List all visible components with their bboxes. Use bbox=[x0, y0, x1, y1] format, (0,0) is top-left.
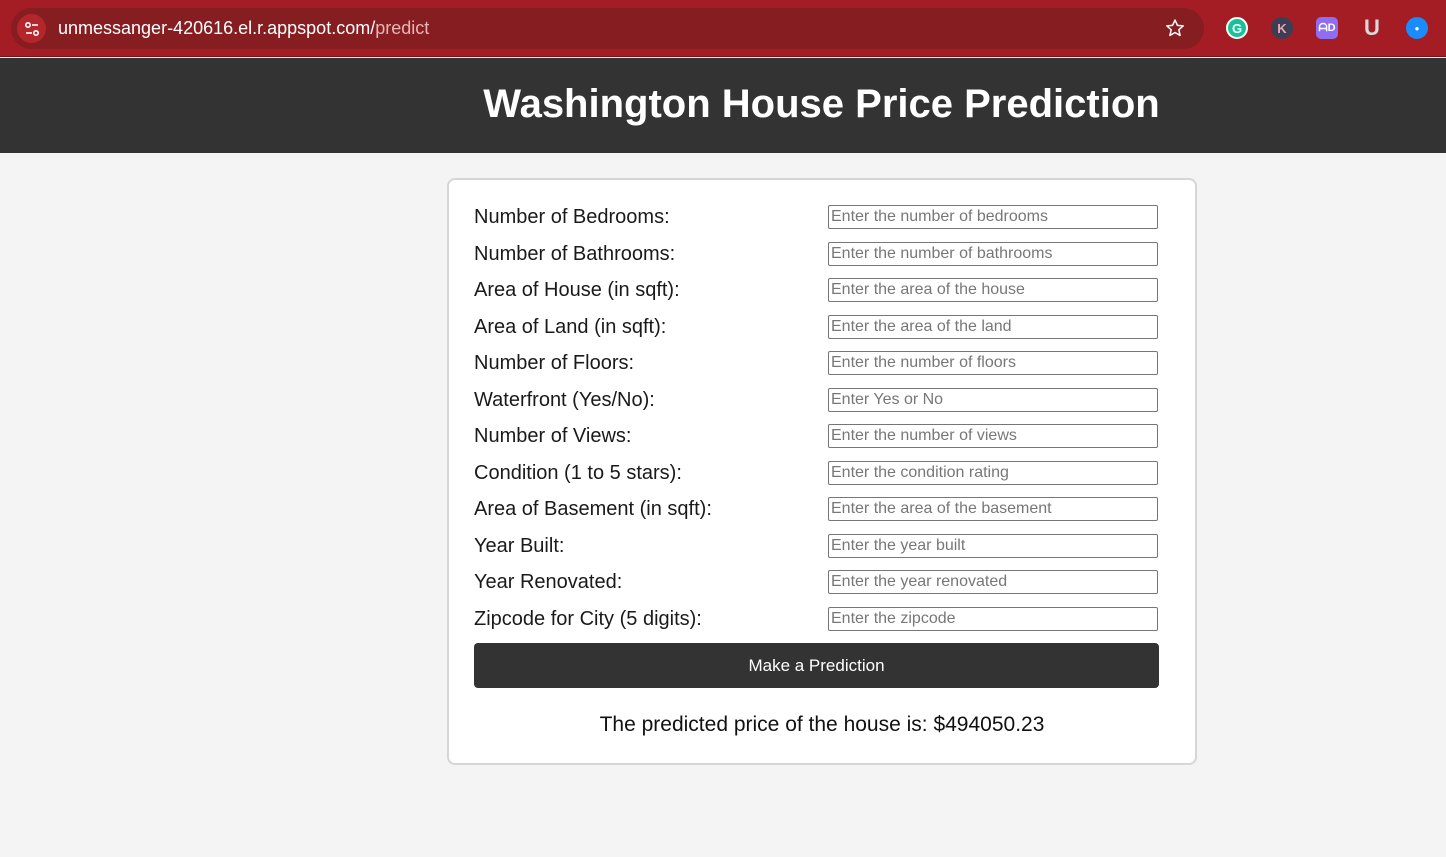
house-area-input[interactable] bbox=[828, 278, 1158, 302]
form-row-floors: Number of Floors: bbox=[474, 351, 1174, 377]
bathrooms-input[interactable] bbox=[828, 242, 1158, 266]
form-row-condition: Condition (1 to 5 stars): bbox=[474, 461, 1174, 487]
form-row-house-area: Area of House (in sqft): bbox=[474, 278, 1174, 304]
bookmark-star-icon[interactable] bbox=[1163, 16, 1187, 40]
url-text[interactable]: unmessanger-420616.el.r.appspot.com/pred… bbox=[58, 18, 429, 39]
basement-area-label: Area of Basement (in sqft): bbox=[474, 498, 712, 520]
k-extension-icon[interactable]: K bbox=[1271, 17, 1293, 39]
form-row-bedrooms: Number of Bedrooms: bbox=[474, 205, 1174, 231]
u-extension-icon[interactable]: U bbox=[1361, 15, 1383, 40]
year-built-input[interactable] bbox=[828, 534, 1158, 558]
zipcode-label: Zipcode for City (5 digits): bbox=[474, 608, 702, 630]
page-header: Washington House Price Prediction bbox=[0, 58, 1446, 153]
land-area-input[interactable] bbox=[828, 315, 1158, 339]
prediction-result: The predicted price of the house is: $49… bbox=[599, 713, 1045, 736]
prediction-form: Number of Bedrooms: Number of Bathrooms:… bbox=[447, 178, 1197, 765]
views-label: Number of Views: bbox=[474, 425, 632, 447]
waterfront-label: Waterfront (Yes/No): bbox=[474, 389, 655, 411]
year-built-label: Year Built: bbox=[474, 535, 565, 557]
grammarly-icon[interactable]: G bbox=[1226, 17, 1248, 39]
blue-extension-icon[interactable]: ● bbox=[1406, 17, 1428, 39]
page-title: Washington House Price Prediction bbox=[483, 82, 1160, 126]
ad-extension-icon[interactable]: ᗩD bbox=[1316, 17, 1338, 39]
waterfront-input[interactable] bbox=[828, 388, 1158, 412]
make-prediction-button[interactable]: Make a Prediction bbox=[474, 643, 1159, 688]
form-row-land-area: Area of Land (in sqft): bbox=[474, 315, 1174, 341]
form-row-waterfront: Waterfront (Yes/No): bbox=[474, 388, 1174, 414]
year-renovated-input[interactable] bbox=[828, 570, 1158, 594]
form-row-views: Number of Views: bbox=[474, 424, 1174, 450]
site-info-icon[interactable] bbox=[17, 14, 46, 43]
bedrooms-input[interactable] bbox=[828, 205, 1158, 229]
form-row-year-built: Year Built: bbox=[474, 534, 1174, 560]
browser-toolbar: unmessanger-420616.el.r.appspot.com/pred… bbox=[0, 0, 1446, 57]
bathrooms-label: Number of Bathrooms: bbox=[474, 243, 676, 265]
address-bar[interactable]: unmessanger-420616.el.r.appspot.com/pred… bbox=[11, 8, 1204, 49]
land-area-label: Area of Land (in sqft): bbox=[474, 316, 667, 338]
form-row-zipcode: Zipcode for City (5 digits): bbox=[474, 607, 1174, 633]
url-host: unmessanger-420616.el.r.appspot.com/ bbox=[58, 18, 376, 38]
form-row-year-renovated: Year Renovated: bbox=[474, 570, 1174, 596]
floors-label: Number of Floors: bbox=[474, 352, 635, 374]
floors-input[interactable] bbox=[828, 351, 1158, 375]
house-area-label: Area of House (in sqft): bbox=[474, 279, 680, 301]
zipcode-input[interactable] bbox=[828, 607, 1158, 631]
url-path: predict bbox=[375, 18, 430, 38]
year-renovated-label: Year Renovated: bbox=[474, 571, 623, 593]
form-row-bathrooms: Number of Bathrooms: bbox=[474, 242, 1174, 268]
condition-label: Condition (1 to 5 stars): bbox=[474, 462, 682, 484]
basement-area-input[interactable] bbox=[828, 497, 1158, 521]
condition-input[interactable] bbox=[828, 461, 1158, 485]
views-input[interactable] bbox=[828, 424, 1158, 448]
bedrooms-label: Number of Bedrooms: bbox=[474, 206, 670, 228]
form-row-basement-area: Area of Basement (in sqft): bbox=[474, 497, 1174, 523]
